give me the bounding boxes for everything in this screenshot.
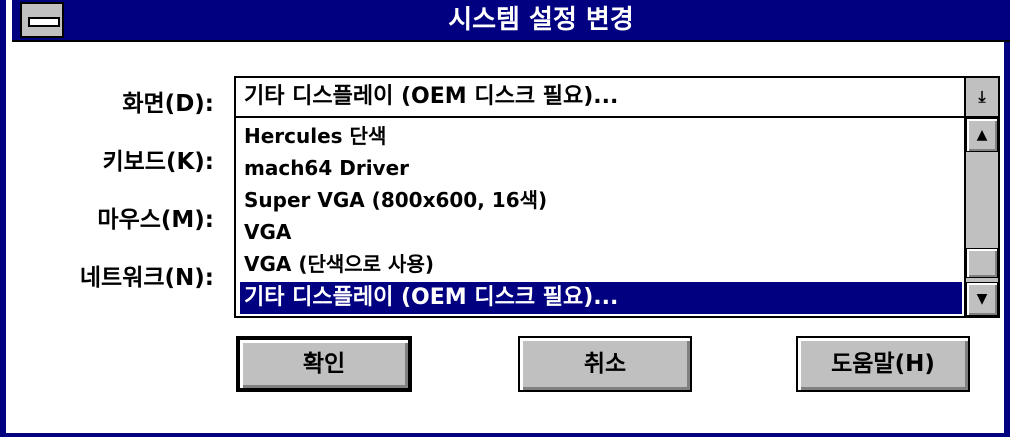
up-arrow-icon[interactable]: ▲ [966,118,998,152]
system-menu-icon[interactable] [20,2,64,38]
display-label: 화면(D): [122,91,214,117]
dropdown-arrow-icon[interactable]: ⤓ [964,78,998,116]
display-combobox[interactable]: 기타 디스플레이 (OEM 디스크 필요)... ⤓ [234,76,1000,118]
network-label: 네트워크(N): [79,265,214,291]
list-scrollbar[interactable]: ▲ ▼ [964,118,998,316]
keyboard-label: 키보드(K): [102,149,214,175]
display-combobox-value: 기타 디스플레이 (OEM 디스크 필요)... [244,84,619,109]
list-item-selected[interactable]: 기타 디스플레이 (OEM 디스크 필요)... [240,282,962,314]
window-title: 시스템 설정 변경 [448,5,634,35]
mouse-label: 마우스(M): [97,207,214,233]
list-item[interactable]: VGA [240,216,962,248]
list-item[interactable]: mach64 Driver [240,152,962,184]
title-bar[interactable]: 시스템 설정 변경 [12,0,1010,42]
display-dropdown-list[interactable]: Hercules 단색 mach64 Driver Super VGA (800… [234,118,1000,318]
scrollbar-thumb[interactable] [966,248,998,278]
list-item[interactable]: VGA (단색으로 사용) [240,248,962,280]
help-button[interactable]: 도움말(H) [796,336,970,392]
down-arrow-icon[interactable]: ▼ [966,282,998,316]
cancel-button[interactable]: 취소 [518,336,692,392]
list-item[interactable]: Super VGA (800x600, 16색) [240,184,962,216]
ok-button[interactable]: 확인 [236,336,412,392]
list-item[interactable]: Hercules 단색 [240,120,962,152]
